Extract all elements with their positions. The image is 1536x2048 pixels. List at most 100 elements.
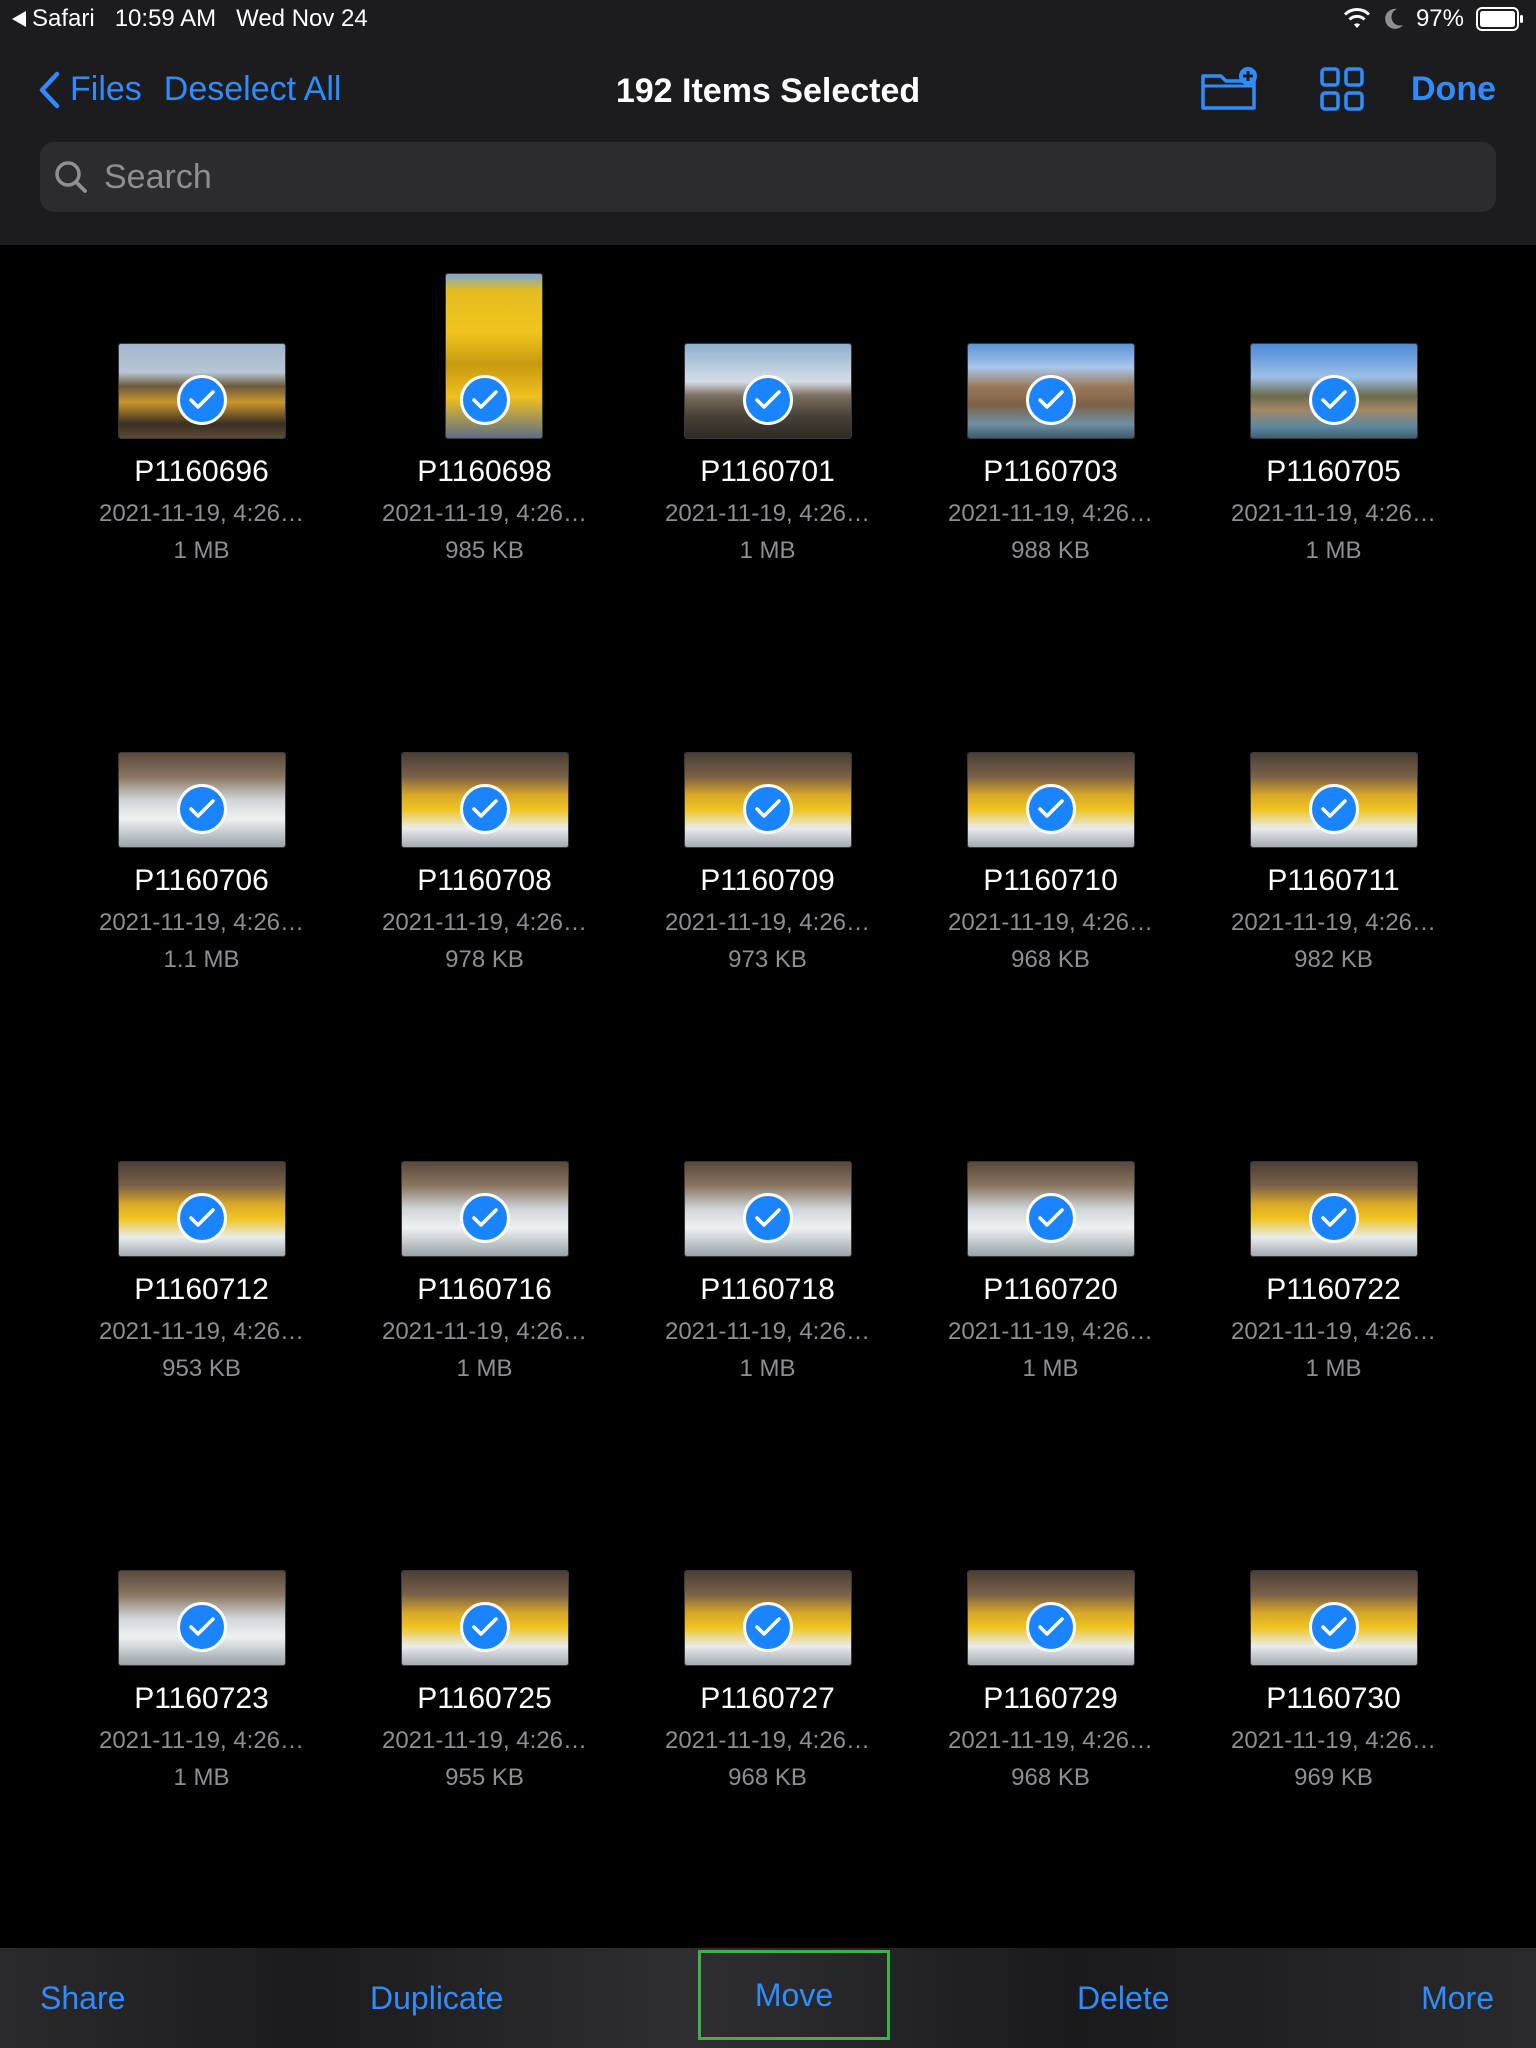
checkmark-circle-icon[interactable] xyxy=(177,375,227,425)
nav-left: Files Deselect All xyxy=(38,70,341,109)
navigation-bar: Files Deselect All 192 Items Selected Do xyxy=(0,40,1536,245)
file-size: 1 MB xyxy=(173,537,230,564)
checkmark-icon xyxy=(189,1208,215,1227)
file-tile[interactable]: P1160716 2021-11-19, 4:26… 1 MB xyxy=(343,1063,626,1472)
file-tile[interactable]: P1160729 2021-11-19, 4:26… 968 KB xyxy=(909,1472,1192,1881)
file-date: 2021-11-19, 4:26… xyxy=(664,1727,871,1754)
battery-icon xyxy=(1476,7,1523,31)
file-date: 2021-11-19, 4:26… xyxy=(1230,500,1437,527)
file-tile[interactable]: P1160723 2021-11-19, 4:26… 1 MB xyxy=(60,1472,343,1881)
file-date: 2021-11-19, 4:26… xyxy=(381,1727,588,1754)
file-tile[interactable]: P1160727 2021-11-19, 4:26… 968 KB xyxy=(626,1472,909,1881)
status-date: Wed Nov 24 xyxy=(236,5,368,32)
view-mode-button[interactable] xyxy=(1307,64,1377,114)
done-button[interactable]: Done xyxy=(1411,70,1496,109)
file-date: 2021-11-19, 4:26… xyxy=(1230,909,1437,936)
file-size: 978 KB xyxy=(445,946,524,973)
file-name: P1160701 xyxy=(700,455,835,488)
file-name: P1160696 xyxy=(134,455,269,488)
checkmark-icon xyxy=(1038,799,1064,818)
checkmark-icon xyxy=(472,1208,498,1227)
checkmark-icon xyxy=(472,390,498,409)
checkmark-circle-icon[interactable] xyxy=(1309,1193,1359,1243)
checkmark-circle-icon[interactable] xyxy=(177,1193,227,1243)
checkmark-circle-icon[interactable] xyxy=(1026,375,1076,425)
file-tile[interactable]: P1160701 2021-11-19, 4:26… 1 MB xyxy=(626,245,909,654)
file-tile[interactable]: P1160709 2021-11-19, 4:26… 973 KB xyxy=(626,654,909,1063)
folder-plus-icon xyxy=(1201,67,1257,110)
file-size: 1 MB xyxy=(1022,1355,1079,1382)
checkmark-icon xyxy=(472,1617,498,1636)
share-button[interactable]: Share xyxy=(40,1948,125,2048)
file-date: 2021-11-19, 4:26… xyxy=(947,1727,1154,1754)
file-name: P1160729 xyxy=(983,1682,1118,1715)
file-name: P1160706 xyxy=(134,864,269,897)
file-name: P1160708 xyxy=(417,864,552,897)
file-tile[interactable]: P1160703 2021-11-19, 4:26… 988 KB xyxy=(909,245,1192,654)
moon-icon xyxy=(1385,8,1403,29)
file-name: P1160716 xyxy=(417,1273,552,1306)
checkmark-circle-icon[interactable] xyxy=(460,1602,510,1652)
file-tile[interactable]: P1160705 2021-11-19, 4:26… 1 MB xyxy=(1192,245,1475,654)
checkmark-circle-icon[interactable] xyxy=(1309,375,1359,425)
file-tile[interactable]: P1160711 2021-11-19, 4:26… 982 KB xyxy=(1192,654,1475,1063)
file-name: P1160709 xyxy=(700,864,835,897)
checkmark-icon xyxy=(1038,390,1064,409)
file-size: 1 MB xyxy=(739,537,796,564)
move-button[interactable]: Move xyxy=(698,1950,890,2040)
checkmark-icon xyxy=(1321,1617,1347,1636)
file-size: 1 MB xyxy=(1305,1355,1362,1382)
back-triangle-icon xyxy=(12,11,26,27)
checkmark-circle-icon[interactable] xyxy=(743,784,793,834)
file-date: 2021-11-19, 4:26… xyxy=(947,500,1154,527)
checkmark-circle-icon[interactable] xyxy=(743,375,793,425)
checkmark-circle-icon[interactable] xyxy=(1309,1602,1359,1652)
file-date: 2021-11-19, 4:26… xyxy=(664,500,871,527)
more-button[interactable]: More xyxy=(1421,1948,1494,2048)
file-name: P1160705 xyxy=(1266,455,1401,488)
status-left: Safari 10:59 AM Wed Nov 24 xyxy=(12,5,368,33)
file-tile[interactable]: P1160696 2021-11-19, 4:26… 1 MB xyxy=(60,245,343,654)
checkmark-circle-icon[interactable] xyxy=(743,1193,793,1243)
file-tile[interactable]: P1160730 2021-11-19, 4:26… 969 KB xyxy=(1192,1472,1475,1881)
file-tile[interactable]: P1160718 2021-11-19, 4:26… 1 MB xyxy=(626,1063,909,1472)
file-tile[interactable]: P1160710 2021-11-19, 4:26… 968 KB xyxy=(909,654,1192,1063)
file-tile[interactable]: P1160722 2021-11-19, 4:26… 1 MB xyxy=(1192,1063,1475,1472)
checkmark-circle-icon[interactable] xyxy=(460,1193,510,1243)
checkmark-circle-icon[interactable] xyxy=(1309,784,1359,834)
new-folder-button[interactable] xyxy=(1195,64,1265,114)
file-date: 2021-11-19, 4:26… xyxy=(98,500,305,527)
duplicate-button[interactable]: Duplicate xyxy=(370,1948,503,2048)
file-date: 2021-11-19, 4:26… xyxy=(381,1318,588,1345)
checkmark-icon xyxy=(755,1208,781,1227)
checkmark-circle-icon[interactable] xyxy=(1026,1602,1076,1652)
file-name: P1160712 xyxy=(134,1273,269,1306)
search-bar[interactable] xyxy=(40,142,1496,212)
checkmark-icon xyxy=(755,390,781,409)
deselect-all-button[interactable]: Deselect All xyxy=(164,70,342,109)
files-back-button[interactable]: Files xyxy=(38,70,142,109)
file-name: P1160720 xyxy=(983,1273,1118,1306)
bottom-toolbar: Share Duplicate Move Delete More xyxy=(0,1948,1536,2048)
file-tile[interactable]: P1160720 2021-11-19, 4:26… 1 MB xyxy=(909,1063,1192,1472)
file-tile[interactable]: P1160706 2021-11-19, 4:26… 1.1 MB xyxy=(60,654,343,1063)
checkmark-circle-icon[interactable] xyxy=(743,1602,793,1652)
checkmark-circle-icon[interactable] xyxy=(1026,784,1076,834)
delete-button[interactable]: Delete xyxy=(1077,1948,1170,2048)
back-to-app[interactable]: Safari xyxy=(12,5,95,33)
checkmark-circle-icon[interactable] xyxy=(177,784,227,834)
chevron-left-icon xyxy=(39,71,60,108)
checkmark-circle-icon[interactable] xyxy=(1026,1193,1076,1243)
search-input[interactable] xyxy=(102,156,1462,198)
checkmark-circle-icon[interactable] xyxy=(460,784,510,834)
file-tile[interactable]: P1160712 2021-11-19, 4:26… 953 KB xyxy=(60,1063,343,1472)
checkmark-circle-icon[interactable] xyxy=(460,375,510,425)
checkmark-icon xyxy=(1038,1617,1064,1636)
file-date: 2021-11-19, 4:26… xyxy=(664,1318,871,1345)
checkmark-icon xyxy=(189,390,215,409)
file-tile[interactable]: P1160698 2021-11-19, 4:26… 985 KB xyxy=(343,245,626,654)
file-tile[interactable]: P1160725 2021-11-19, 4:26… 955 KB xyxy=(343,1472,626,1881)
checkmark-circle-icon[interactable] xyxy=(177,1602,227,1652)
file-size: 988 KB xyxy=(1011,537,1090,564)
file-tile[interactable]: P1160708 2021-11-19, 4:26… 978 KB xyxy=(343,654,626,1063)
